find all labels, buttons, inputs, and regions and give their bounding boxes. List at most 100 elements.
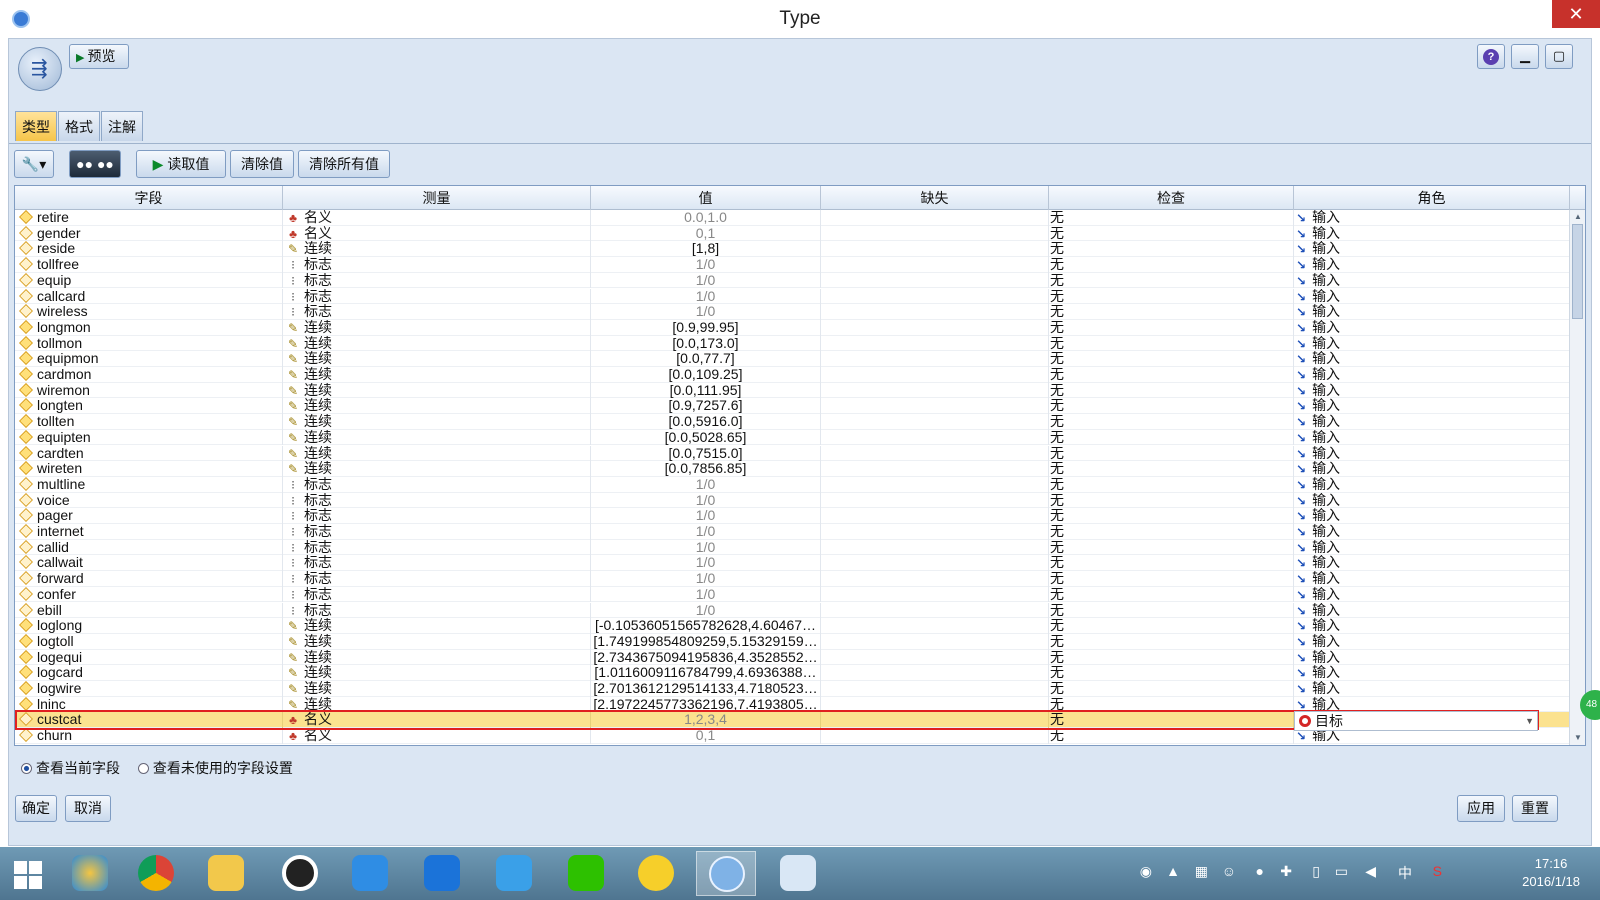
check-cell[interactable]: 无 bbox=[1049, 602, 1294, 619]
values-cell[interactable]: [0.9,99.95] bbox=[591, 319, 821, 336]
check-cell[interactable]: 无 bbox=[1049, 335, 1294, 352]
table-row[interactable]: equipmon ✎ 连续 [0.0,77.7] 无 ↘ 输入 bbox=[15, 351, 1570, 367]
column-header-role[interactable]: 角色 bbox=[1294, 186, 1570, 210]
values-cell[interactable]: 1/0 bbox=[591, 272, 821, 289]
values-cell[interactable]: 0,1 bbox=[591, 728, 821, 744]
minimize-button[interactable]: ▁ bbox=[1511, 44, 1539, 69]
values-cell[interactable]: 1/0 bbox=[591, 476, 821, 493]
missing-cell[interactable] bbox=[821, 288, 1049, 305]
field-cell[interactable]: loglong bbox=[15, 618, 283, 634]
check-cell[interactable]: 无 bbox=[1049, 633, 1294, 650]
network-icon[interactable]: ◉ bbox=[1140, 863, 1152, 880]
values-cell[interactable]: 1/0 bbox=[591, 508, 821, 524]
taskbar-chrome-icon[interactable] bbox=[126, 851, 186, 896]
values-cell[interactable]: 0,1 bbox=[591, 225, 821, 242]
missing-cell[interactable] bbox=[821, 319, 1049, 336]
missing-cell[interactable] bbox=[821, 618, 1049, 634]
values-cell[interactable]: [0.0,109.25] bbox=[591, 367, 821, 383]
missing-cell[interactable] bbox=[821, 210, 1049, 226]
role-cell[interactable]: ↘ 输入 bbox=[1294, 665, 1570, 681]
measurement-cell[interactable]: ✎ 连续 bbox=[283, 319, 591, 336]
column-header-missing[interactable]: 缺失 bbox=[821, 186, 1049, 210]
role-cell[interactable]: ↘ 输入 bbox=[1294, 335, 1570, 352]
display-icon[interactable]: ▭ bbox=[1335, 863, 1348, 880]
missing-cell[interactable] bbox=[821, 555, 1049, 572]
measurement-cell[interactable]: ⁝ 标志 bbox=[283, 524, 591, 540]
check-cell[interactable]: 无 bbox=[1049, 382, 1294, 399]
check-cell[interactable]: 无 bbox=[1049, 304, 1294, 320]
role-cell[interactable]: ↘ 输入 bbox=[1294, 445, 1570, 462]
values-cell[interactable]: [0.9,7257.6] bbox=[591, 398, 821, 415]
check-cell[interactable]: 无 bbox=[1049, 649, 1294, 666]
values-cell[interactable]: 0.0,1.0 bbox=[591, 210, 821, 226]
values-cell[interactable]: 1/0 bbox=[591, 257, 821, 273]
field-cell[interactable]: gender bbox=[15, 225, 283, 242]
measurement-cell[interactable]: ✎ 连续 bbox=[283, 414, 591, 430]
role-cell[interactable]: ↘ 输入 bbox=[1294, 649, 1570, 666]
check-cell[interactable]: 无 bbox=[1049, 319, 1294, 336]
tab-type[interactable]: 类型 bbox=[15, 111, 57, 141]
taskbar-baidu-netdisk-icon[interactable] bbox=[412, 851, 472, 896]
measurement-cell[interactable]: ✎ 连续 bbox=[283, 382, 591, 399]
taskbar-360-icon[interactable] bbox=[60, 851, 120, 896]
role-cell[interactable]: ↘ 输入 bbox=[1294, 602, 1570, 619]
measurement-cell[interactable]: ✎ 连续 bbox=[283, 649, 591, 666]
scrollbar-thumb[interactable] bbox=[1572, 224, 1583, 319]
activity-icon[interactable]: ● bbox=[1256, 863, 1264, 879]
table-row[interactable]: ebill ⁝ 标志 1/0 无 ↘ 输入 bbox=[15, 602, 1570, 619]
role-cell[interactable]: ↘ 输入 bbox=[1294, 461, 1570, 477]
field-cell[interactable]: cardmon bbox=[15, 367, 283, 383]
missing-cell[interactable] bbox=[821, 681, 1049, 697]
measurement-cell[interactable]: ⁝ 标志 bbox=[283, 539, 591, 556]
check-cell[interactable]: 无 bbox=[1049, 539, 1294, 556]
measurement-cell[interactable]: ✎ 连续 bbox=[283, 681, 591, 697]
tab-format[interactable]: 格式 bbox=[58, 111, 100, 141]
power-icon[interactable]: ▯ bbox=[1312, 863, 1320, 880]
values-cell[interactable]: [2.7343675094195836,4.3528552… bbox=[591, 649, 821, 666]
values-cell[interactable]: [0.0,173.0] bbox=[591, 335, 821, 352]
values-cell[interactable]: [1.0116009116784799,4.6936388… bbox=[591, 665, 821, 681]
role-cell[interactable]: ↘ 输入 bbox=[1294, 414, 1570, 430]
check-cell[interactable]: 无 bbox=[1049, 445, 1294, 462]
measurement-cell[interactable]: ✎ 连续 bbox=[283, 335, 591, 352]
missing-cell[interactable] bbox=[821, 335, 1049, 352]
role-cell[interactable]: ↘ 输入 bbox=[1294, 429, 1570, 446]
measurement-cell[interactable]: ♣ 名义 bbox=[283, 728, 591, 744]
ok-button[interactable]: 确定 bbox=[15, 795, 57, 822]
role-cell[interactable]: ↘ 输入 bbox=[1294, 382, 1570, 399]
missing-cell[interactable] bbox=[821, 257, 1049, 273]
role-cell[interactable]: ↘ 输入 bbox=[1294, 586, 1570, 603]
missing-cell[interactable] bbox=[821, 445, 1049, 462]
field-cell[interactable]: pager bbox=[15, 508, 283, 524]
missing-cell[interactable] bbox=[821, 665, 1049, 681]
measurement-cell[interactable]: ♣ 名义 bbox=[283, 210, 591, 226]
role-cell[interactable]: ↘ 输入 bbox=[1294, 319, 1570, 336]
table-row[interactable]: wiremon ✎ 连续 [0.0,111.95] 无 ↘ 输入 bbox=[15, 382, 1570, 399]
clear-all-values-button[interactable]: 清除所有值 bbox=[298, 150, 390, 178]
missing-cell[interactable] bbox=[821, 304, 1049, 320]
field-cell[interactable]: equip bbox=[15, 272, 283, 289]
measurement-cell[interactable]: ✎ 连续 bbox=[283, 665, 591, 681]
table-row[interactable]: logtoll ✎ 连续 [1.749199854809259,5.15329159…… bbox=[15, 633, 1570, 650]
role-cell[interactable]: ↘ 输入 bbox=[1294, 288, 1570, 305]
check-cell[interactable]: 无 bbox=[1049, 288, 1294, 305]
table-row[interactable]: internet ⁝ 标志 1/0 无 ↘ 输入 bbox=[15, 524, 1570, 540]
tray-expand-icon[interactable]: ▲ bbox=[1166, 863, 1180, 879]
table-row[interactable]: loglong ✎ 连续 [-0.10536051565782628,4.60467…… bbox=[15, 618, 1570, 634]
missing-cell[interactable] bbox=[821, 728, 1049, 744]
table-row[interactable]: wireten ✎ 连续 [0.0,7856.85] 无 ↘ 输入 bbox=[15, 461, 1570, 477]
volume-icon[interactable]: ◀ bbox=[1365, 863, 1376, 880]
role-cell[interactable]: ↘ 输入 bbox=[1294, 681, 1570, 697]
add-icon[interactable]: ✚ bbox=[1280, 863, 1292, 880]
field-cell[interactable]: equipten bbox=[15, 429, 283, 446]
missing-cell[interactable] bbox=[821, 398, 1049, 415]
column-header-check[interactable]: 检查 bbox=[1049, 186, 1294, 210]
measurement-cell[interactable]: ⁝ 标志 bbox=[283, 586, 591, 603]
role-cell[interactable]: ↘ 输入 bbox=[1294, 225, 1570, 242]
missing-cell[interactable] bbox=[821, 649, 1049, 666]
taskbar-paint-icon[interactable] bbox=[768, 851, 828, 896]
role-cell[interactable]: ↘ 输入 bbox=[1294, 351, 1570, 367]
check-cell[interactable]: 无 bbox=[1049, 555, 1294, 572]
apply-button[interactable]: 应用 bbox=[1457, 795, 1505, 822]
check-cell[interactable]: 无 bbox=[1049, 225, 1294, 242]
